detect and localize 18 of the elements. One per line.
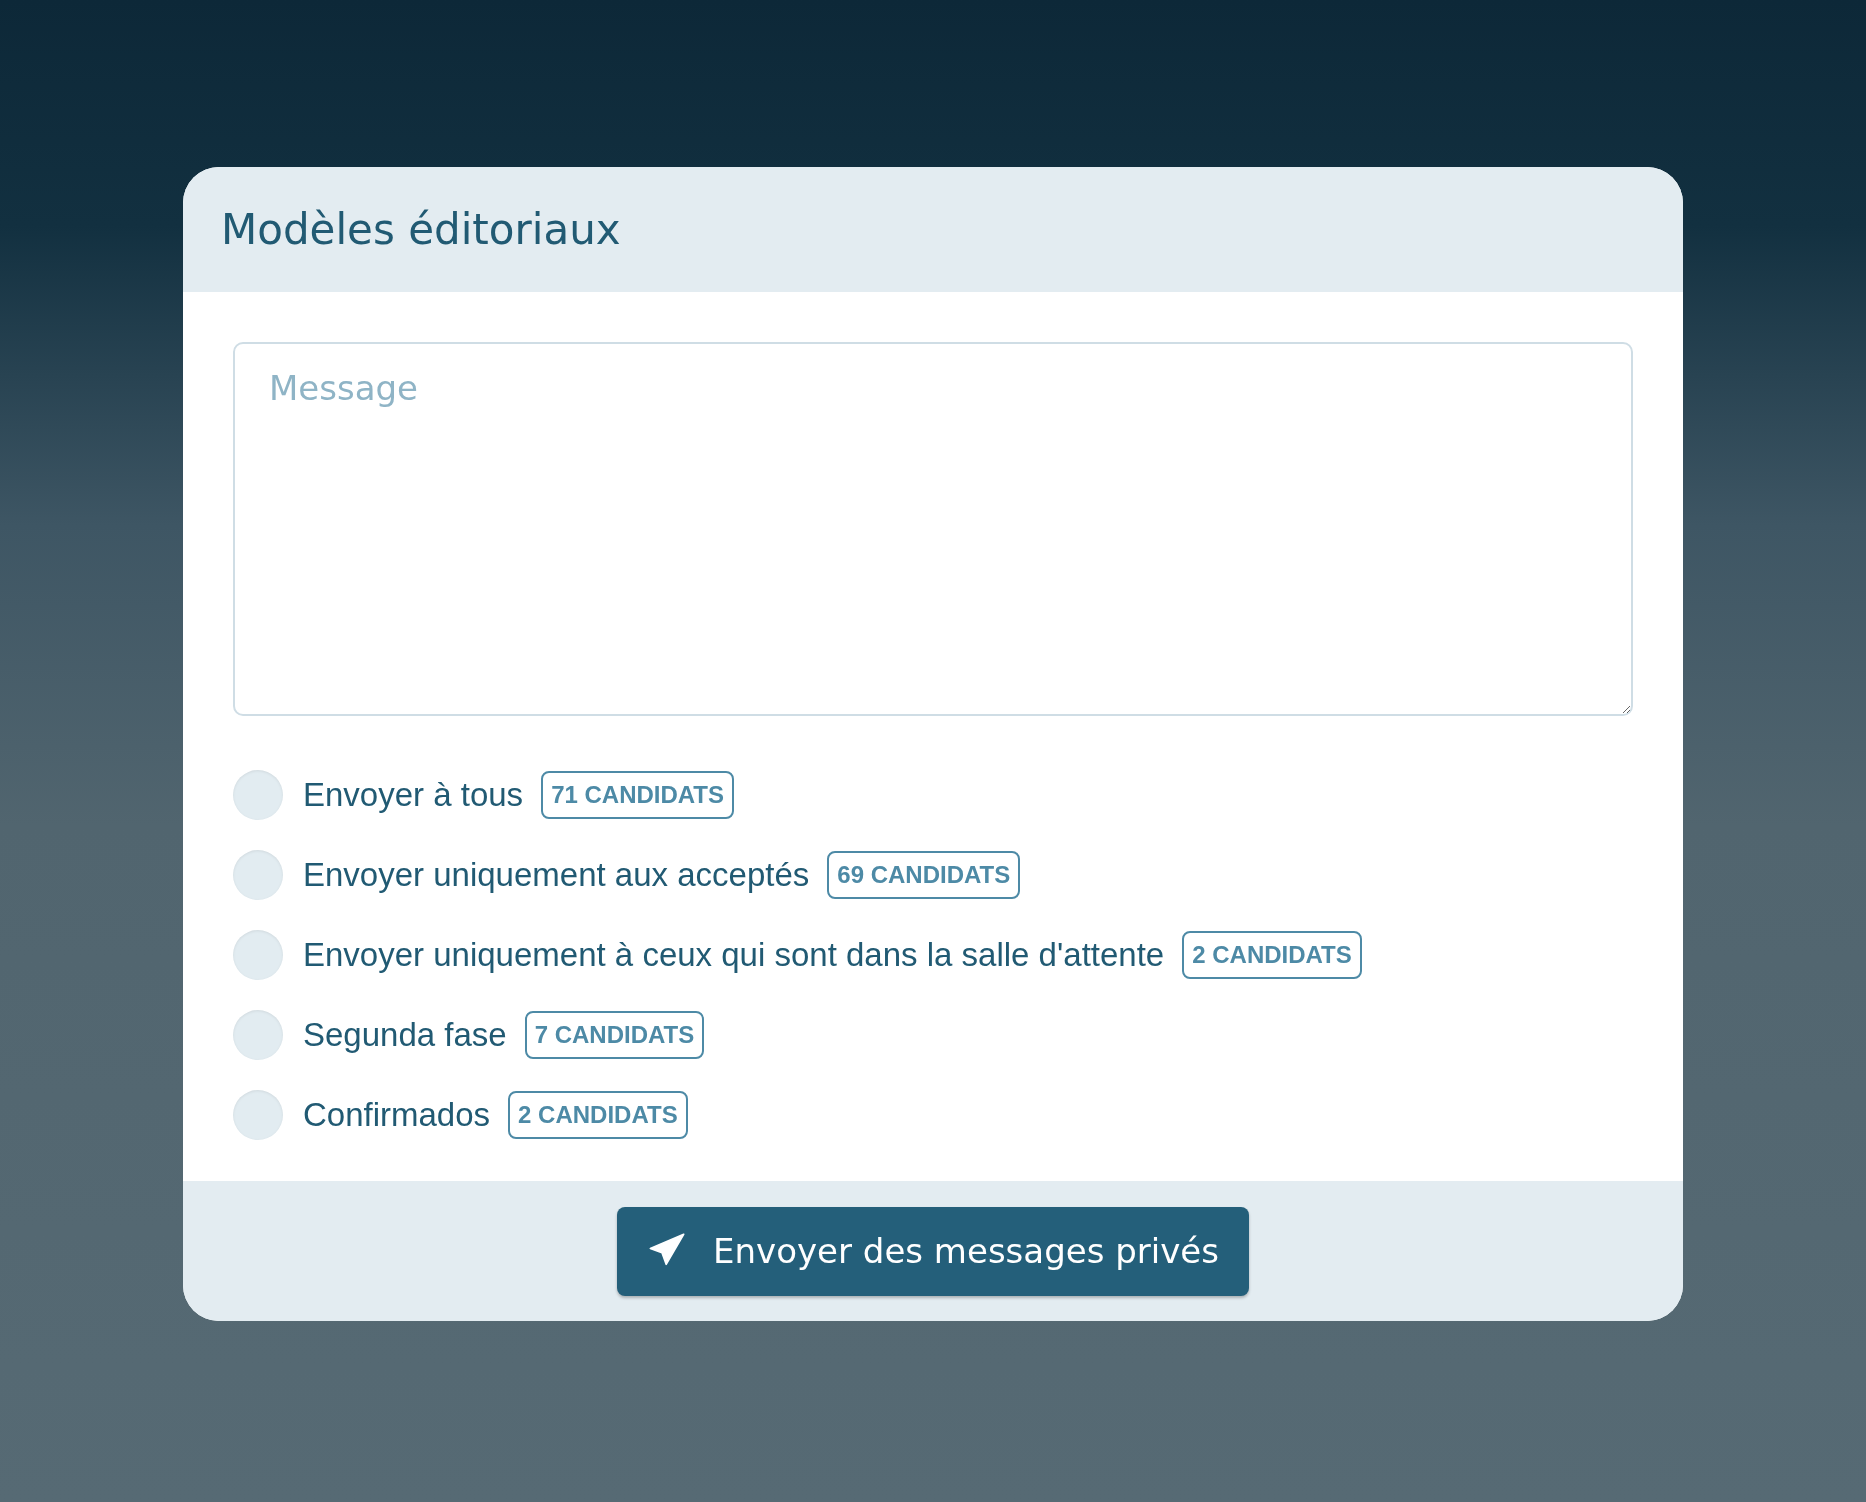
option-label: Envoyer à tous <box>303 775 524 814</box>
candidate-count-badge: 69 CANDIDATS <box>827 850 1021 899</box>
panel-title: Modèles éditoriaux <box>221 205 621 254</box>
candidate-count-badge: 7 CANDIDATS <box>524 1010 705 1059</box>
radio-button[interactable] <box>233 1009 283 1060</box>
radio-button[interactable] <box>233 1089 283 1140</box>
option-label: Envoyer uniquement à ceux qui sont dans la salle d'attente <box>303 935 1165 974</box>
radio-button[interactable] <box>233 849 283 900</box>
message-field[interactable]: Message <box>233 342 1633 716</box>
option-label: Segunda fase <box>303 1015 507 1054</box>
radio-button[interactable] <box>233 769 283 820</box>
send-button[interactable]: Envoyer des messages privés <box>617 1206 1249 1296</box>
option-label: Envoyer uniquement aux acceptés <box>303 855 810 894</box>
option-label: Confirmados <box>303 1095 491 1134</box>
candidate-count-badge: 2 CANDIDATS <box>1182 930 1362 979</box>
candidate-count-badge: 71 CANDIDATS <box>541 770 735 819</box>
radio-button[interactable] <box>233 929 283 980</box>
candidate-count-badge: 2 CANDIDATS <box>508 1090 688 1139</box>
